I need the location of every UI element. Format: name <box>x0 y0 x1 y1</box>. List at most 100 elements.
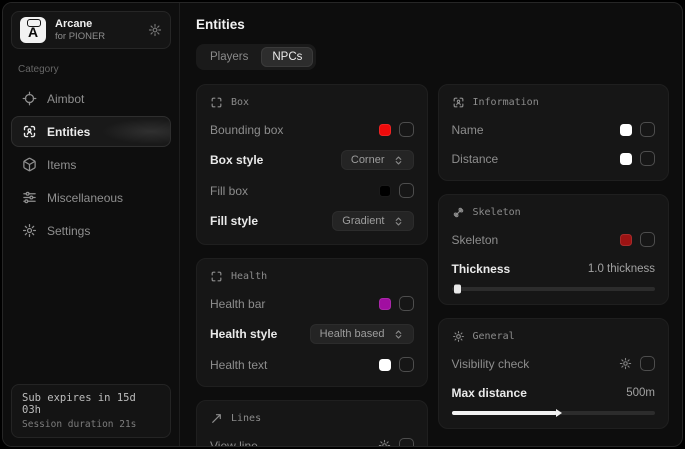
bone-icon <box>452 206 465 219</box>
page-title: Entities <box>196 17 669 32</box>
sidebar-header: A Arcane for PIONER <box>11 11 171 49</box>
sidebar-item-label: Settings <box>47 224 90 238</box>
setting-label: Box style <box>210 153 341 167</box>
color-swatch[interactable] <box>620 124 632 136</box>
sidebar-item-settings[interactable]: Settings <box>11 215 171 246</box>
setting-label: Health text <box>210 358 379 372</box>
right-column: Information Name Distance <box>438 84 670 429</box>
lines-card: Lines View line Line to enemy <box>196 400 428 447</box>
box-style-dropdown[interactable]: Corner <box>341 150 414 170</box>
session-duration-text: Session duration 21s <box>22 419 160 430</box>
sidebar-item-label: Aimbot <box>47 92 84 106</box>
fill-style-row: Fill style Gradient <box>210 211 414 231</box>
setting-label: View line <box>210 439 378 448</box>
crosshair-icon <box>22 91 37 106</box>
information-card-header: Information <box>452 96 656 109</box>
health-bar-row: Health bar <box>210 295 414 312</box>
app-name: Arcane <box>55 18 105 30</box>
fill-style-dropdown[interactable]: Gradient <box>332 211 413 231</box>
sidebar-item-aimbot[interactable]: Aimbot <box>11 83 171 114</box>
sub-expires-text: Sub expires in 15d 03h <box>22 392 160 416</box>
diagonal-line-icon <box>210 412 223 425</box>
app-titles: Arcane for PIONER <box>55 18 105 42</box>
scan-brackets-icon <box>210 96 223 109</box>
setting-label: Bounding box <box>210 123 379 137</box>
health-card-header: Health <box>210 270 414 283</box>
app-logo-letter: A <box>28 24 38 40</box>
card-title: Health <box>231 271 267 282</box>
slider-value: 1.0 thickness <box>588 263 655 275</box>
checkbox[interactable] <box>640 356 655 371</box>
tab-players[interactable]: Players <box>199 47 259 67</box>
tab-npcs[interactable]: NPCs <box>261 47 313 67</box>
color-swatch[interactable] <box>620 153 632 165</box>
color-swatch[interactable] <box>379 185 391 197</box>
color-swatch[interactable] <box>379 359 391 371</box>
card-title: Skeleton <box>473 207 521 218</box>
information-card: Information Name Distance <box>438 84 670 181</box>
app-subtitle: for PIONER <box>55 31 105 42</box>
skeleton-card-header: Skeleton <box>452 206 656 219</box>
checkbox[interactable] <box>399 296 414 311</box>
chevron-up-down-icon <box>393 155 404 166</box>
setting-label: Name <box>452 123 621 137</box>
box-style-row: Box style Corner <box>210 150 414 170</box>
checkbox[interactable] <box>640 151 655 166</box>
scan-brackets-icon <box>210 270 223 283</box>
sidebar-item-items[interactable]: Items <box>11 149 171 180</box>
health-text-row: Health text <box>210 356 414 373</box>
setting-label: Health bar <box>210 297 379 311</box>
arcane-window: A Arcane for PIONER Category Aimbot Enti… <box>2 2 683 447</box>
health-style-dropdown[interactable]: Health based <box>310 324 414 344</box>
color-swatch[interactable] <box>620 234 632 246</box>
dropdown-value: Corner <box>351 154 385 166</box>
setting-label: Max distance <box>452 386 627 400</box>
color-swatch[interactable] <box>379 298 391 310</box>
sliders-icon <box>22 190 37 205</box>
sidebar-item-entities[interactable]: Entities <box>11 116 171 147</box>
view-line-row: View line <box>210 437 414 447</box>
chevron-up-down-icon <box>393 329 404 340</box>
info-scan-icon <box>452 96 465 109</box>
box-card: Box Bounding box Box style Corner <box>196 84 428 245</box>
checkbox[interactable] <box>640 232 655 247</box>
health-style-row: Health style Health based <box>210 324 414 344</box>
package-icon <box>22 157 37 172</box>
max-distance-slider[interactable] <box>452 411 656 415</box>
thickness-row: Thickness 1.0 thickness <box>452 260 656 277</box>
sun-icon <box>452 330 465 343</box>
subscription-info: Sub expires in 15d 03h Session duration … <box>11 384 171 438</box>
cards-grid: Box Bounding box Box style Corner <box>196 84 669 447</box>
row-settings-gear-icon[interactable] <box>619 357 632 370</box>
checkbox[interactable] <box>399 183 414 198</box>
card-title: Box <box>231 97 249 108</box>
target-tabs: Players NPCs <box>196 44 316 70</box>
color-swatch[interactable] <box>379 124 391 136</box>
sidebar: A Arcane for PIONER Category Aimbot Enti… <box>3 3 180 446</box>
name-row: Name <box>452 121 656 138</box>
main-content: Entities Players NPCs Box Bounding box <box>180 3 682 446</box>
fill-box-row: Fill box <box>210 182 414 199</box>
sidebar-item-miscellaneous[interactable]: Miscellaneous <box>11 182 171 213</box>
app-logo: A <box>20 17 46 43</box>
thickness-slider[interactable] <box>452 287 656 291</box>
gear-icon <box>22 223 37 238</box>
card-title: General <box>473 331 515 342</box>
setting-label: Skeleton <box>452 233 621 247</box>
setting-label: Thickness <box>452 262 588 276</box>
checkbox[interactable] <box>399 122 414 137</box>
card-title: Lines <box>231 413 261 424</box>
dropdown-value: Health based <box>320 328 385 340</box>
general-card-header: General <box>452 330 656 343</box>
slider-handle[interactable] <box>454 285 461 294</box>
row-settings-gear-icon[interactable] <box>378 439 391 447</box>
slider-fill[interactable] <box>452 411 558 415</box>
checkbox[interactable] <box>640 122 655 137</box>
header-gear-icon[interactable] <box>148 23 162 37</box>
setting-label: Visibility check <box>452 357 620 371</box>
checkbox[interactable] <box>399 438 414 447</box>
checkbox[interactable] <box>399 357 414 372</box>
dropdown-value: Gradient <box>342 215 384 227</box>
health-card: Health Health bar Health style Health ba… <box>196 258 428 387</box>
setting-label: Distance <box>452 152 621 166</box>
